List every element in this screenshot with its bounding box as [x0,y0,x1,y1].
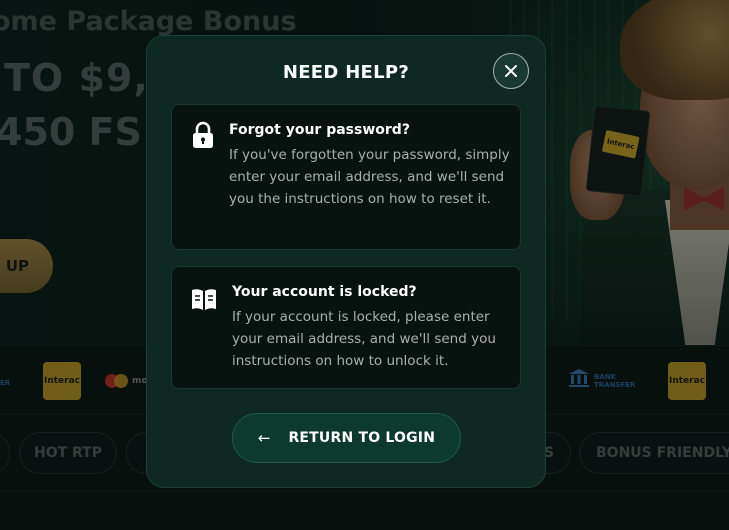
need-help-modal: NEED HELP? Forgot your password? If you'… [146,35,546,488]
forgot-password-text: If you've forgotten your password, simpl… [229,147,510,207]
lock-icon [193,121,213,148]
forgot-password-card: Forgot your password? If you've forgotte… [171,104,521,250]
account-locked-text: If your account is locked, please enter … [232,309,496,369]
close-icon [505,65,517,77]
modal-title: NEED HELP? [282,62,410,83]
close-button[interactable] [493,53,529,89]
return-to-login-label: RETURN TO LOGIN [288,430,436,446]
account-locked-heading: Your account is locked? [232,284,417,300]
forgot-password-heading: Forgot your password? [229,122,410,138]
open-book-icon [192,289,216,310]
arrow-left-icon: ← [257,429,271,447]
account-locked-card: Your account is locked? If your account … [171,266,521,389]
return-to-login-button[interactable]: ← RETURN TO LOGIN [232,413,461,463]
